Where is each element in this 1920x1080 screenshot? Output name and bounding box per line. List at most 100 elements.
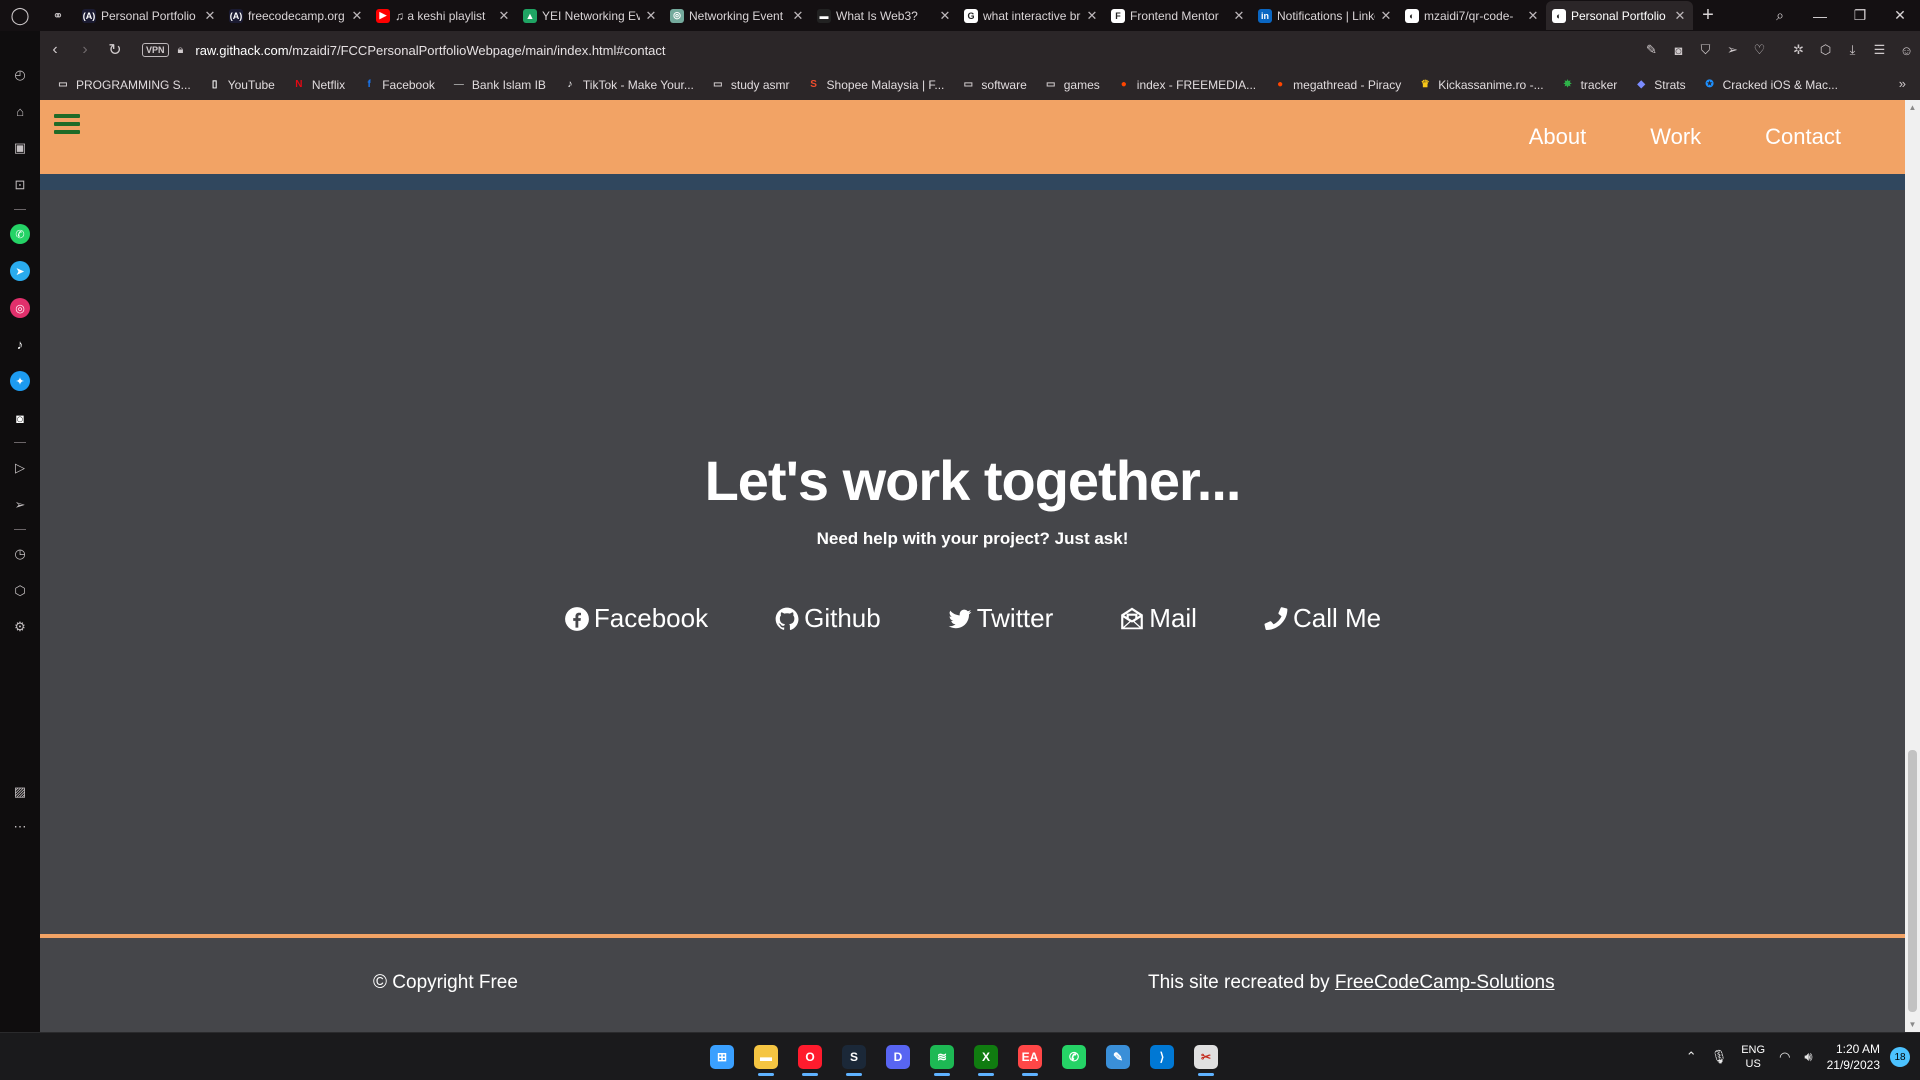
back-icon[interactable]: ‹ <box>40 35 70 65</box>
reload-icon[interactable]: ↻ <box>100 35 130 65</box>
taskbar-app-steam[interactable]: S <box>832 1037 876 1077</box>
nav-link-contact[interactable]: Contact <box>1765 124 1841 150</box>
volume-icon[interactable]: 🔊︎ <box>1804 1049 1812 1065</box>
tab-close-icon[interactable]: ✕ <box>791 8 805 24</box>
instagram-icon[interactable]: ◎ <box>10 298 30 318</box>
send-icon[interactable]: ➢ <box>1719 42 1746 58</box>
bookmark-item[interactable]: ▯ YouTube <box>208 78 275 92</box>
bookmark-item[interactable]: ▭ games <box>1044 78 1100 92</box>
browser-tab[interactable]: ◐ mzaidi7/qr-code- ✕ <box>1399 1 1546 30</box>
page-scrollbar[interactable]: ▲ ▼ <box>1905 100 1920 1032</box>
bookmark-item[interactable]: ● megathread - Piracy <box>1273 78 1401 92</box>
restore-icon[interactable]: ❐ <box>1840 0 1880 31</box>
notification-badge[interactable]: 18 <box>1890 1047 1910 1067</box>
bookmark-item[interactable]: ✸ tracker <box>1561 78 1617 92</box>
browser-tab[interactable]: ▲ YEI Networking Event ✕ <box>517 1 664 30</box>
shopping-icon[interactable]: ⌂ <box>10 101 30 121</box>
bookmark-item[interactable]: ✪ Cracked iOS & Mac... <box>1703 78 1838 92</box>
bookmark-item[interactable]: ♪ TikTok - Make Your... <box>563 78 693 92</box>
lock-icon[interactable]: 🔒︎ <box>178 44 184 57</box>
language-indicator[interactable]: ENG US <box>1741 1043 1765 1071</box>
cube-icon[interactable]: ⬡ <box>1812 42 1839 58</box>
browser-tab[interactable]: (A) Personal Portfolio ✕ <box>76 1 223 30</box>
bookmark-item[interactable]: ▭ PROGRAMMING S... <box>56 78 190 92</box>
bookmark-item[interactable]: ▭ software <box>961 78 1027 92</box>
history-icon[interactable]: ◷ <box>10 544 30 564</box>
twitter-icon[interactable]: ✦ <box>10 371 30 391</box>
tab-close-icon[interactable]: ✕ <box>497 8 511 24</box>
discord-icon[interactable]: ◙ <box>10 408 30 428</box>
credit-link[interactable]: FreeCodeCamp-Solutions <box>1335 972 1555 993</box>
taskbar-app-whatsapp[interactable]: ✆ <box>1052 1037 1096 1077</box>
vpn-badge[interactable]: VPN <box>142 43 169 57</box>
twitter-link[interactable]: Twitter <box>947 603 1053 634</box>
tab-close-icon[interactable]: ✕ <box>350 8 364 24</box>
telegram-icon[interactable]: ➤ <box>10 261 30 281</box>
taskbar-app-ea[interactable]: EA <box>1008 1037 1052 1077</box>
microphone-icon[interactable]: 🎙︎ <box>1711 1049 1728 1065</box>
easy-setup-icon[interactable]: ✎ <box>1638 42 1665 58</box>
twitch-icon[interactable]: ▣ <box>10 138 30 158</box>
taskbar-app-start[interactable]: ⊞ <box>700 1037 744 1077</box>
profile-icon[interactable]: ☺ <box>1893 43 1920 58</box>
tab-close-icon[interactable]: ✕ <box>1379 8 1393 24</box>
hamburger-menu-icon[interactable] <box>54 114 80 136</box>
taskbar-app-snipping-tool[interactable]: ✂ <box>1184 1037 1228 1077</box>
browser-tab[interactable]: ◐ Personal Portfolio ✕ <box>1546 1 1693 30</box>
browser-tab[interactable]: Gwhat interactive br ✕ <box>958 1 1105 30</box>
tab-close-icon[interactable]: ✕ <box>644 8 658 24</box>
nav-link-work[interactable]: Work <box>1650 124 1701 150</box>
tab-close-icon[interactable]: ✕ <box>203 8 217 24</box>
tab-close-icon[interactable]: ✕ <box>1673 8 1687 24</box>
wallpaper-icon[interactable]: ▨ <box>10 782 30 802</box>
scroll-thumb[interactable] <box>1908 750 1917 1012</box>
taskbar-app-opera[interactable]: O <box>788 1037 832 1077</box>
taskbar-app-spotify[interactable]: ≋ <box>920 1037 964 1077</box>
snapshot-icon[interactable]: ◙ <box>1665 43 1692 58</box>
call-me-link[interactable]: Call Me <box>1263 603 1381 634</box>
whatsapp-icon[interactable]: ✆ <box>10 224 30 244</box>
browser-tab[interactable]: ▶ ♫ a keshi playlist ✕ <box>370 1 517 30</box>
aria-icon[interactable]: ⊡ <box>10 175 30 195</box>
github-link[interactable]: Github <box>774 603 881 634</box>
mail-link[interactable]: Mail <box>1119 603 1197 634</box>
bookmarks-overflow-icon[interactable]: » <box>1899 76 1906 91</box>
bookmark-item[interactable]: ◆ Strats <box>1634 78 1685 92</box>
close-window-icon[interactable]: ✕ <box>1880 0 1920 31</box>
tab-close-icon[interactable]: ✕ <box>1232 8 1246 24</box>
forward-icon[interactable]: › <box>70 35 100 65</box>
taskbar-app-paint[interactable]: ✎ <box>1096 1037 1140 1077</box>
browser-tab[interactable]: F Frontend Mentor ✕ <box>1105 1 1252 30</box>
extensions-icon[interactable]: ⬡ <box>10 581 30 601</box>
tiktok-icon[interactable]: ♪ <box>10 334 30 354</box>
tab-close-icon[interactable]: ✕ <box>938 8 952 24</box>
speed-dial-icon[interactable]: ◴ <box>10 65 30 85</box>
scroll-up-icon[interactable]: ▲ <box>1905 100 1920 115</box>
taskbar-app-file-explorer[interactable]: ▬ <box>744 1037 788 1077</box>
browser-tab[interactable]: ◎ Networking Event ✕ <box>664 1 811 30</box>
bookmark-item[interactable]: f Facebook <box>362 78 435 92</box>
workspaces-icon[interactable]: ⚭ <box>40 0 76 31</box>
tray-overflow-icon[interactable]: ⌃ <box>1686 1049 1697 1065</box>
heart-icon[interactable]: ♡ <box>1746 42 1773 58</box>
extension-icon[interactable]: ✲ <box>1785 42 1812 58</box>
player-icon[interactable]: ▷ <box>10 458 30 478</box>
easy-files-icon[interactable]: ☰ <box>1866 42 1893 58</box>
minimize-icon[interactable]: — <box>1800 0 1840 31</box>
bookmark-item[interactable]: S Shopee Malaysia | F... <box>807 78 944 92</box>
send-sidebar-icon[interactable]: ➢ <box>10 495 30 515</box>
browser-tab[interactable]: in Notifications | LinkedIn ✕ <box>1252 1 1399 30</box>
nav-link-about[interactable]: About <box>1529 124 1587 150</box>
shield-icon[interactable]: ⛉ <box>1692 42 1719 58</box>
tab-close-icon[interactable]: ✕ <box>1526 8 1540 24</box>
scroll-down-icon[interactable]: ▼ <box>1905 1017 1920 1032</box>
search-tabs-icon[interactable]: ⌕ <box>1760 0 1800 31</box>
bookmark-item[interactable]: N Netflix <box>292 78 345 92</box>
new-tab-button[interactable]: + <box>1693 4 1723 27</box>
download-icon[interactable]: ⤓ <box>1839 42 1866 58</box>
tab-close-icon[interactable]: ✕ <box>1085 8 1099 24</box>
taskbar-app-vscode[interactable]: ⟩ <box>1140 1037 1184 1077</box>
wifi-icon[interactable]: ◠ <box>1779 1049 1790 1065</box>
bookmark-item[interactable]: ● index - FREEMEDIA... <box>1117 78 1256 92</box>
bookmark-item[interactable]: — Bank Islam IB <box>452 78 546 92</box>
